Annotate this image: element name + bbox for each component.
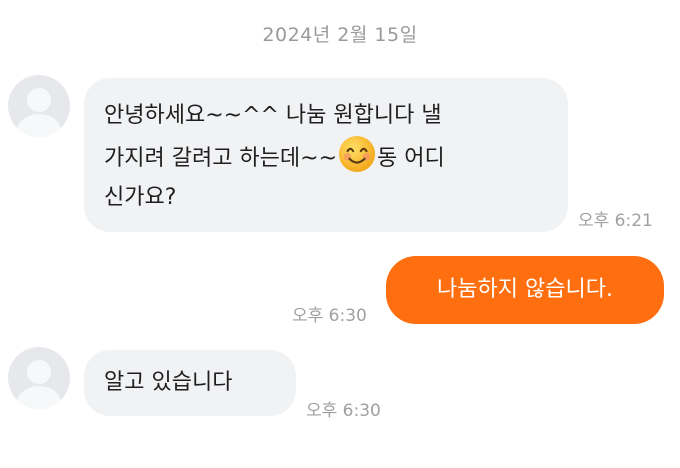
avatar-head [27,360,51,384]
message-timestamp: 오후 6:30 [292,306,367,326]
smiling-face-emoji-icon [338,135,376,173]
avatar[interactable] [8,75,70,137]
avatar-head [27,88,51,112]
date-header: 2024년 2월 15일 [262,24,418,46]
avatar[interactable] [8,347,70,409]
message-line: 안녕하세요~~^^ 나눔 원합니다 낼 [104,103,442,128]
message-line: 신가요? [104,185,177,210]
incoming-message-bubble[interactable]: 알고 있습니다 [84,350,296,416]
chat-thread: 2024년 2월 15일 안녕하세요~~^^ 나눔 원합니다 낼 가지려 갈려고… [0,0,680,468]
message-text: 가지려 갈려고 하는데~~ [104,146,338,171]
message-timestamp: 오후 6:21 [578,211,653,231]
message-timestamp: 오후 6:30 [306,401,381,421]
outgoing-message-bubble[interactable]: 나눔하지 않습니다. [386,256,664,324]
message-line: 가지려 갈려고 하는데~~ 동 어디 [104,135,548,178]
avatar-body [17,114,61,137]
incoming-message-bubble[interactable]: 안녕하세요~~^^ 나눔 원합니다 낼 가지려 갈려고 하는데~~ 동 어디 신… [84,78,568,232]
message-text: 동 어디 [377,146,445,171]
avatar-body [17,386,61,409]
